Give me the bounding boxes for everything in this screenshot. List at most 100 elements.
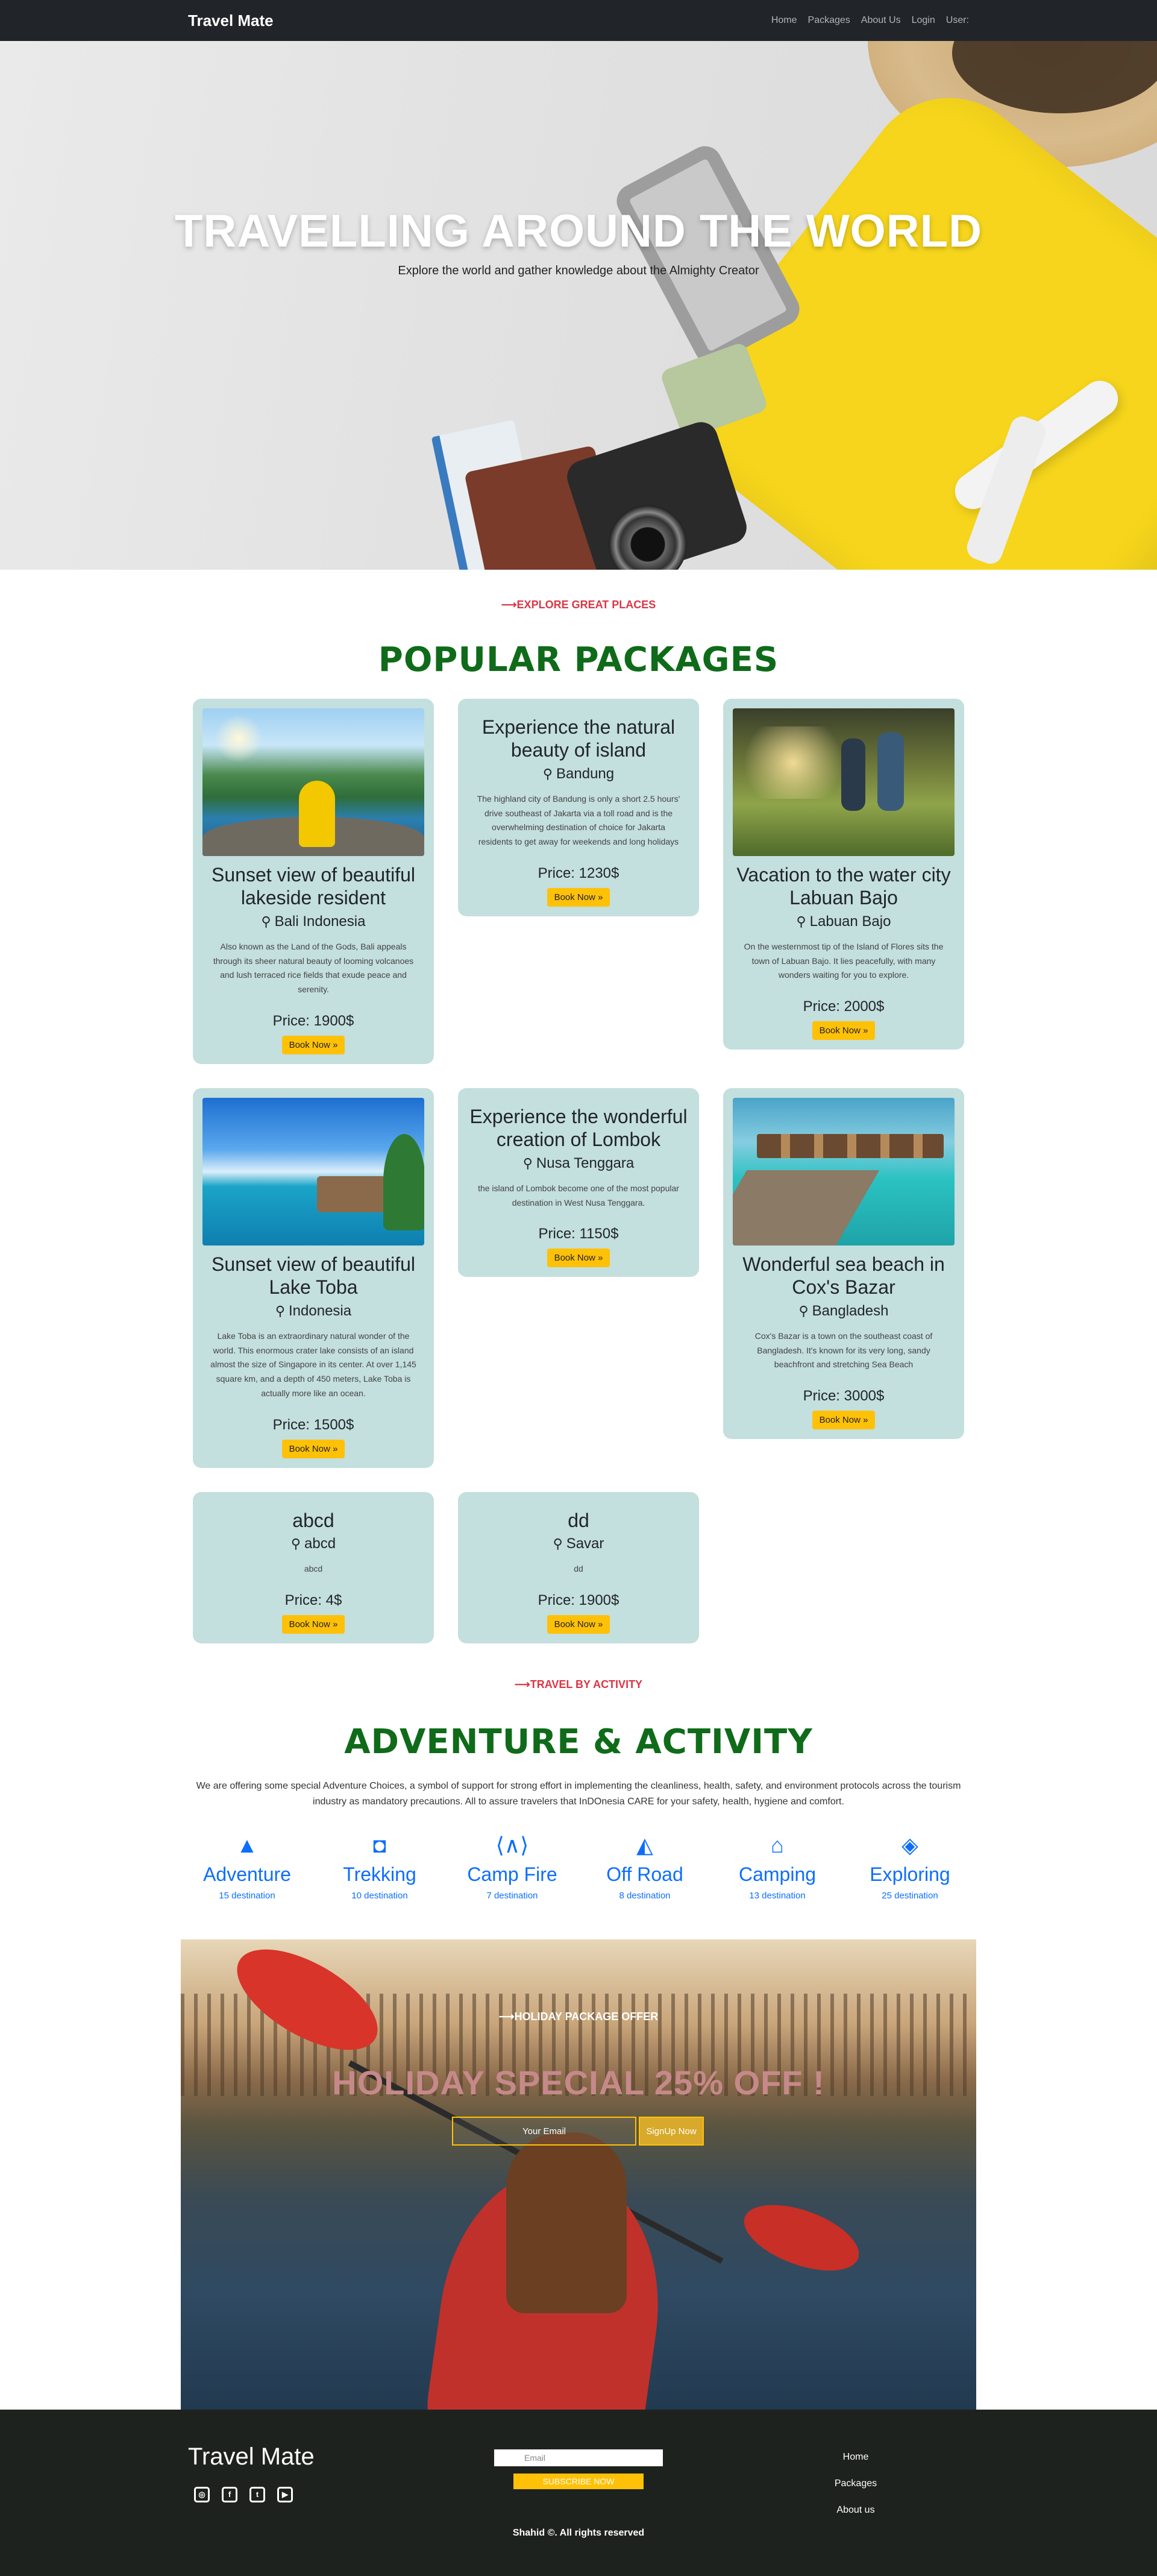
book-now-button[interactable]: Book Now » bbox=[812, 1411, 876, 1430]
activity-name: Exploring bbox=[870, 1863, 950, 1886]
package-location: ⚲ abcd bbox=[202, 1535, 424, 1552]
package-description: dd bbox=[574, 1564, 583, 1574]
holiday-kayaker-graphic bbox=[506, 2132, 627, 2314]
activity-count: 7 destination bbox=[486, 1891, 538, 1901]
footer-social-icons: ◎ f t ▶ bbox=[194, 2487, 293, 2503]
package-location-label: Indonesia bbox=[289, 1302, 352, 1319]
book-now-button[interactable]: Book Now » bbox=[281, 1035, 345, 1054]
package-title: abcd bbox=[292, 1509, 334, 1531]
activity-count: 8 destination bbox=[619, 1891, 671, 1901]
price-prefix: Price: bbox=[538, 1226, 580, 1242]
nav-login-link[interactable]: Login bbox=[912, 15, 935, 26]
price-prefix: Price: bbox=[803, 1388, 844, 1405]
activity-count: 15 destination bbox=[219, 1891, 275, 1901]
package-location-label: Savar bbox=[566, 1535, 604, 1552]
packages-grid: Sunset view of beautiful lakeside reside… bbox=[0, 699, 1157, 1643]
hero-banner: TRAVELLING AROUND THE WORLD Explore the … bbox=[0, 41, 1157, 570]
holiday-email-input[interactable]: Your Email bbox=[452, 2117, 636, 2146]
package-location-label: Bali Indonesia bbox=[274, 913, 366, 930]
activity-count: 25 destination bbox=[882, 1891, 938, 1901]
holiday-offer-banner: ⟶HOLIDAY PACKAGE OFFER HOLIDAY SPECIAL 2… bbox=[181, 1939, 976, 2410]
nav-about-link[interactable]: About Us bbox=[861, 15, 901, 26]
activity-count: 13 destination bbox=[749, 1891, 806, 1901]
book-now-button[interactable]: Book Now » bbox=[812, 1021, 876, 1041]
footer-home-link[interactable]: Home bbox=[832, 2452, 880, 2463]
package-title: Experience the natural beauty of island bbox=[481, 716, 676, 761]
activity-item[interactable]: ▲ Adventure 15 destination bbox=[181, 1832, 313, 1901]
price-value: 3000$ bbox=[844, 1388, 885, 1405]
book-now-button[interactable]: Book Now » bbox=[281, 1614, 345, 1634]
footer-about-link[interactable]: About us bbox=[832, 2505, 880, 2516]
map-pin-icon: ⚲ bbox=[290, 1536, 301, 1552]
house-icon: ⌂ bbox=[771, 1833, 784, 1858]
holiday-title: HOLIDAY SPECIAL 25% OFF ! bbox=[332, 2064, 825, 2102]
package-price: Price: 1500$ bbox=[202, 1417, 424, 1434]
map-pin-icon: ⚲ bbox=[798, 1303, 809, 1318]
footer-email-input[interactable]: Email bbox=[494, 2449, 663, 2467]
package-description: The highland city of Bandung is only a s… bbox=[477, 793, 680, 847]
price-value: 1230$ bbox=[578, 864, 619, 881]
package-location-label: Bangladesh bbox=[812, 1302, 889, 1319]
packages-section: ⟶EXPLORE GREAT PLACES POPULAR PACKAGES S… bbox=[0, 570, 1157, 1643]
package-photo bbox=[733, 708, 955, 856]
twitter-icon[interactable]: t bbox=[249, 2487, 265, 2503]
price-value: 4$ bbox=[325, 1592, 342, 1608]
activity-item[interactable]: ◭ Off Road 8 destination bbox=[578, 1832, 711, 1901]
price-value: 1150$ bbox=[579, 1226, 619, 1242]
photo-detail bbox=[383, 1133, 424, 1230]
package-photo bbox=[202, 708, 424, 856]
package-location-label: Bandung bbox=[556, 765, 615, 782]
youtube-icon[interactable]: ▶ bbox=[277, 2487, 293, 2503]
footer-subscribe-button[interactable]: SUBSCRIBE NOW bbox=[513, 2474, 644, 2490]
footer-copyright: Shahid ©. All rights reserved bbox=[512, 2528, 645, 2539]
package-title: Sunset view of beautiful Lake Toba bbox=[212, 1253, 415, 1299]
package-title: Vacation to the water city Labuan Bajo bbox=[736, 864, 951, 909]
price-prefix: Price: bbox=[803, 998, 844, 1015]
book-now-button[interactable]: Book Now » bbox=[547, 1249, 610, 1268]
brand-logo[interactable]: Travel Mate bbox=[188, 11, 274, 30]
activity-item[interactable]: ◈ Exploring 25 destination bbox=[844, 1832, 976, 1901]
book-now-button[interactable]: Book Now » bbox=[547, 887, 610, 907]
map-pin-icon: ⚲ bbox=[553, 1536, 563, 1552]
map-pin-icon: ⚲ bbox=[522, 1155, 533, 1171]
activity-name: Camp Fire bbox=[467, 1863, 557, 1886]
price-value: 2000$ bbox=[844, 998, 885, 1015]
packages-heading: POPULAR PACKAGES bbox=[378, 640, 779, 679]
footer-packages-link[interactable]: Packages bbox=[832, 2478, 880, 2489]
package-description: Cox's Bazar is a town on the southeast c… bbox=[754, 1331, 933, 1370]
activity-item[interactable]: ⟨∧⟩ Camp Fire 7 destination bbox=[446, 1832, 578, 1901]
hero-subtitle: Explore the world and gather knowledge a… bbox=[398, 264, 759, 277]
photo-detail bbox=[757, 1133, 944, 1158]
price-value: 1500$ bbox=[313, 1416, 354, 1433]
activity-count: 10 destination bbox=[351, 1891, 408, 1901]
package-price: Price: 1230$ bbox=[468, 865, 689, 882]
nav-home-link[interactable]: Home bbox=[771, 15, 797, 26]
price-prefix: Price: bbox=[284, 1592, 326, 1608]
photo-detail bbox=[733, 726, 853, 799]
package-location-label: Nusa Tenggara bbox=[536, 1154, 635, 1171]
activity-item[interactable]: ◘ Trekking 10 destination bbox=[313, 1832, 446, 1901]
package-photo bbox=[202, 1097, 424, 1245]
activity-section: ⟶TRAVEL BY ACTIVITY ADVENTURE & ACTIVITY… bbox=[0, 1643, 1157, 1901]
book-now-button[interactable]: Book Now » bbox=[547, 1614, 610, 1634]
mountain-icon: ▲ bbox=[236, 1833, 258, 1858]
package-location-label: Labuan Bajo bbox=[809, 913, 891, 930]
package-location: ⚲ Bangladesh bbox=[733, 1303, 955, 1320]
nav-packages-link[interactable]: Packages bbox=[808, 15, 850, 26]
package-price: Price: 3000$ bbox=[733, 1388, 955, 1405]
package-title: Experience the wonderful creation of Lom… bbox=[469, 1105, 688, 1151]
map-pin-icon: ⚲ bbox=[542, 766, 553, 781]
instagram-icon[interactable]: ◎ bbox=[194, 2487, 210, 2503]
package-price: Price: 1900$ bbox=[468, 1592, 689, 1609]
footer: Travel Mate ◎ f t ▶ Email SUBSCRIBE NOW … bbox=[0, 2410, 1157, 2576]
photo-detail bbox=[733, 1170, 880, 1245]
book-now-button[interactable]: Book Now » bbox=[281, 1439, 345, 1458]
activity-item[interactable]: ⌂ Camping 13 destination bbox=[711, 1832, 844, 1901]
package-description: the island of Lombok become one of the m… bbox=[478, 1183, 679, 1208]
price-prefix: Price: bbox=[538, 1592, 579, 1608]
price-value: 1900$ bbox=[578, 1592, 619, 1608]
facebook-icon[interactable]: f bbox=[222, 2487, 237, 2503]
package-card: abcd ⚲ abcd abcd Price: 4$ Book Now » bbox=[193, 1491, 434, 1643]
footer-brand[interactable]: Travel Mate bbox=[188, 2443, 315, 2471]
holiday-signup-button[interactable]: SignUp Now bbox=[639, 2117, 704, 2146]
